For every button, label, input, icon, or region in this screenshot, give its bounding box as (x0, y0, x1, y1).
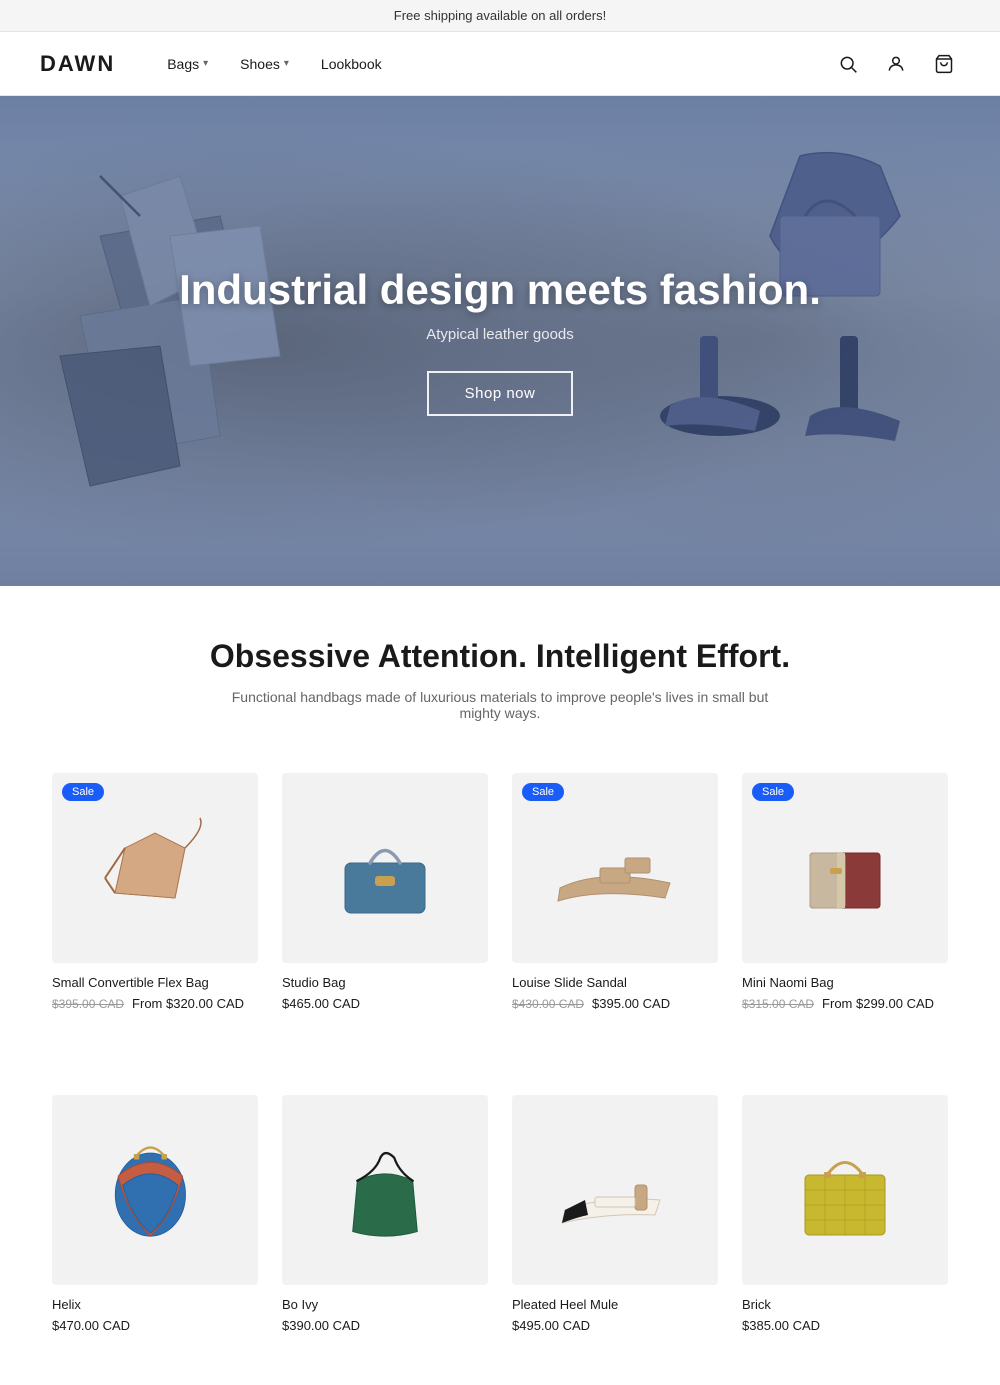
price-current-8: $385.00 CAD (742, 1318, 820, 1333)
price-current-6: $390.00 CAD (282, 1318, 360, 1333)
nav-label-lookbook: Lookbook (321, 56, 382, 72)
product-image-wrap-5 (52, 1095, 258, 1285)
product-image-3 (550, 823, 680, 913)
product-image-2 (325, 808, 445, 928)
product-pricing-7: $495.00 CAD (512, 1318, 718, 1333)
product-image-6 (325, 1130, 445, 1250)
product-name-1: Small Convertible Flex Bag (52, 975, 258, 990)
section-subtitle: Functional handbags made of luxurious ma… (220, 689, 780, 721)
product-pricing-5: $470.00 CAD (52, 1318, 258, 1333)
price-current-7: $495.00 CAD (512, 1318, 590, 1333)
section-heading: Obsessive Attention. Intelligent Effort.… (0, 586, 1000, 741)
product-name-3: Louise Slide Sandal (512, 975, 718, 990)
nav-item-lookbook[interactable]: Lookbook (309, 48, 394, 80)
product-card-1[interactable]: Sale Small Convertible Flex Bag $395.00 … (40, 761, 270, 1023)
product-name-7: Pleated Heel Mule (512, 1297, 718, 1312)
product-card-4[interactable]: Sale Mini Naomi Bag $315.00 CAD From $29… (730, 761, 960, 1023)
product-name-5: Helix (52, 1297, 258, 1312)
nav-item-bags[interactable]: Bags ▾ (155, 48, 220, 80)
price-original-1: $395.00 CAD (52, 997, 124, 1011)
product-card-8[interactable]: Brick $385.00 CAD (730, 1083, 960, 1345)
product-pricing-4: $315.00 CAD From $299.00 CAD (742, 996, 948, 1011)
sale-badge-4: Sale (752, 783, 794, 801)
product-name-2: Studio Bag (282, 975, 488, 990)
product-image-wrap-3: Sale (512, 773, 718, 963)
announcement-bar: Free shipping available on all orders! (0, 0, 1000, 32)
chevron-down-icon: ▾ (203, 58, 208, 69)
product-name-4: Mini Naomi Bag (742, 975, 948, 990)
product-pricing-1: $395.00 CAD From $320.00 CAD (52, 996, 258, 1011)
product-card-6[interactable]: Bo Ivy $390.00 CAD (270, 1083, 500, 1345)
announcement-text: Free shipping available on all orders! (394, 8, 606, 23)
chevron-down-icon: ▾ (284, 58, 289, 69)
search-button[interactable] (832, 48, 864, 80)
product-name-8: Brick (742, 1297, 948, 1312)
product-image-wrap-1: Sale (52, 773, 258, 963)
section-title: Obsessive Attention. Intelligent Effort. (40, 638, 960, 675)
hero-title: Industrial design meets fashion. (179, 266, 821, 314)
price-current-2: $465.00 CAD (282, 996, 360, 1011)
product-pricing-3: $430.00 CAD $395.00 CAD (512, 996, 718, 1011)
product-image-wrap-4: Sale (742, 773, 948, 963)
cart-icon (934, 54, 954, 74)
product-card-5[interactable]: Helix $470.00 CAD (40, 1083, 270, 1345)
price-current-4: From $299.00 CAD (822, 996, 934, 1011)
hero-subtitle: Atypical leather goods (179, 326, 821, 343)
cart-button[interactable] (928, 48, 960, 80)
price-current-1: From $320.00 CAD (132, 996, 244, 1011)
logo[interactable]: DAWN (40, 51, 115, 77)
product-grid-row1: Sale Small Convertible Flex Bag $395.00 … (0, 741, 1000, 1063)
product-pricing-2: $465.00 CAD (282, 996, 488, 1011)
account-button[interactable] (880, 48, 912, 80)
product-image-5 (95, 1130, 215, 1250)
product-pricing-6: $390.00 CAD (282, 1318, 488, 1333)
product-card-3[interactable]: Sale Louise Slide Sandal $430.00 CAD $39… (500, 761, 730, 1023)
header: DAWN Bags ▾ Shoes ▾ Lookbook (0, 32, 1000, 96)
product-image-4 (785, 808, 905, 928)
header-icons (832, 48, 960, 80)
product-pricing-8: $385.00 CAD (742, 1318, 948, 1333)
nav-label-bags: Bags (167, 56, 199, 72)
account-icon (886, 54, 906, 74)
price-current-3: $395.00 CAD (592, 996, 670, 1011)
product-grid-row2: Helix $470.00 CAD Bo Ivy $390.00 CAD (0, 1063, 1000, 1385)
price-original-3: $430.00 CAD (512, 997, 584, 1011)
product-image-wrap-6 (282, 1095, 488, 1285)
nav-label-shoes: Shoes (240, 56, 280, 72)
sale-badge-1: Sale (62, 783, 104, 801)
product-name-6: Bo Ivy (282, 1297, 488, 1312)
product-image-7 (550, 1145, 680, 1235)
main-nav: Bags ▾ Shoes ▾ Lookbook (155, 48, 832, 80)
shop-now-button[interactable]: Shop now (427, 371, 574, 416)
product-image-1 (95, 808, 215, 928)
product-image-wrap-7 (512, 1095, 718, 1285)
price-original-4: $315.00 CAD (742, 997, 814, 1011)
nav-item-shoes[interactable]: Shoes ▾ (228, 48, 301, 80)
search-icon (838, 54, 858, 74)
product-image-wrap-2 (282, 773, 488, 963)
hero-section: Industrial design meets fashion. Atypica… (0, 96, 1000, 586)
product-image-wrap-8 (742, 1095, 948, 1285)
product-card-2[interactable]: Studio Bag $465.00 CAD (270, 761, 500, 1023)
hero-content: Industrial design meets fashion. Atypica… (179, 266, 821, 416)
price-current-5: $470.00 CAD (52, 1318, 130, 1333)
product-card-7[interactable]: Pleated Heel Mule $495.00 CAD (500, 1083, 730, 1345)
sale-badge-3: Sale (522, 783, 564, 801)
product-image-8 (785, 1130, 905, 1250)
